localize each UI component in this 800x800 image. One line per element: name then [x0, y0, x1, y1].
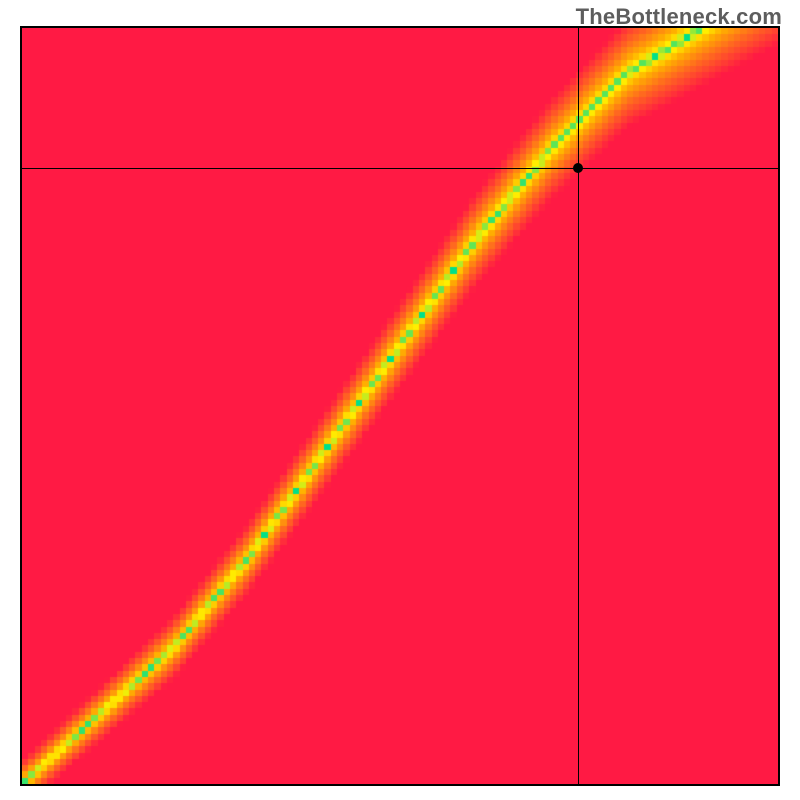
- crosshair-horizontal: [22, 168, 778, 169]
- crosshair-vertical: [578, 28, 579, 784]
- plot-frame: [20, 26, 780, 786]
- marker-dot: [573, 163, 583, 173]
- heatmap-canvas: [22, 28, 778, 784]
- chart-container: TheBottleneck.com: [0, 0, 800, 800]
- watermark-text: TheBottleneck.com: [576, 4, 782, 30]
